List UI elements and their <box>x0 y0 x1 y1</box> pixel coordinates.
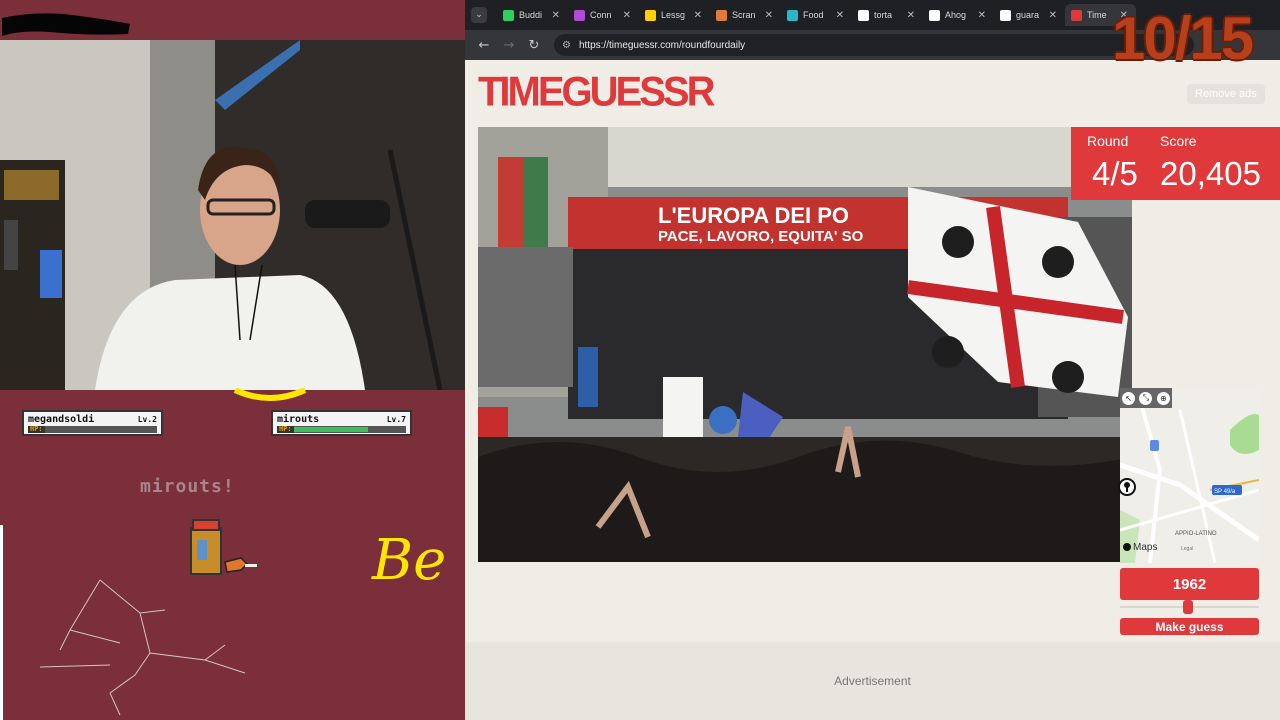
year-display: 1962 <box>1120 568 1259 600</box>
map-marker-icon[interactable] <box>1118 478 1136 496</box>
player-name: mirouts <box>277 414 320 425</box>
tab-favicon-icon <box>645 9 656 21</box>
round-value: 4/5 <box>1092 155 1138 192</box>
back-button[interactable]: ← <box>473 34 495 56</box>
guess-map[interactable]: SP 49/a APPIO-LATINO Maps Legal <box>1120 390 1259 563</box>
advertisement-bar: Advertisement <box>465 642 1280 720</box>
tab-label: Ahog <box>945 10 967 20</box>
map-road-label: SP 49/a <box>1214 489 1236 495</box>
rally-photo: L'EUROPA DEI PO PACE, LAVORO, EQUITA' SO <box>478 127 1132 562</box>
timeguessr-page: TIMEGUESSR Remove ads L'EUROPA DEI PO PA… <box>465 60 1280 720</box>
close-tab-icon[interactable]: ✕ <box>907 10 915 21</box>
tab-favicon-icon <box>1000 9 1011 21</box>
address-bar[interactable]: ⚙ https://timeguessr.com/roundfourdaily <box>554 34 1194 56</box>
player-hud-right: mirouts Lv.7 HP: <box>271 410 412 436</box>
tab-list: Buddi ✕ Conn ✕ Lessg ✕ Scran ✕ Food ✕ torta ✕ Ahog ✕ g… <box>497 4 1136 26</box>
close-tab-icon[interactable]: ✕ <box>765 10 773 21</box>
tab-favicon-icon <box>503 9 514 21</box>
advertisement-label: Advertisement <box>834 674 911 688</box>
browser-tab[interactable]: Scran ✕ <box>710 4 781 26</box>
browser-window: ⌄ Buddi ✕ Conn ✕ Lessg ✕ Scran ✕ Food ✕ torta ✕ Ahog… <box>465 0 1280 720</box>
browser-tab[interactable]: Lessg ✕ <box>639 4 710 26</box>
tab-label: guara <box>1016 10 1040 20</box>
remove-ads-button[interactable]: Remove ads <box>1187 84 1265 104</box>
browser-tab[interactable]: torta ✕ <box>852 4 923 26</box>
slider-thumb[interactable] <box>1183 600 1193 614</box>
round-label: Round <box>1087 133 1129 149</box>
make-guess-button[interactable]: Make guess <box>1120 618 1259 635</box>
stream-overlay: megandsoldi Lv.2 HP: mirouts Lv.7 HP: mi… <box>0 0 465 720</box>
black-scribble <box>2 13 130 36</box>
hp-bar: HP: <box>277 426 406 433</box>
year-slider[interactable] <box>1120 600 1259 614</box>
map-legal-link[interactable]: Legal <box>1181 546 1193 552</box>
resize-icon[interactable]: ⤡ <box>1139 391 1153 405</box>
browser-tab[interactable]: Food ✕ <box>781 4 852 26</box>
webcam-image <box>0 40 465 390</box>
tab-label: Time <box>1087 10 1107 20</box>
score-label: Score <box>1160 133 1197 149</box>
banner-line-2: PACE, LAVORO, EQUITA' SO <box>658 228 864 245</box>
tab-label: Conn <box>590 10 612 20</box>
close-tab-icon[interactable]: ✕ <box>978 10 986 21</box>
round-photo: L'EUROPA DEI PO PACE, LAVORO, EQUITA' SO <box>478 127 1132 562</box>
banner-line-1: L'EUROPA DEI PO <box>658 203 849 228</box>
map-controls: ↖ ⤡ ⊕ <box>1120 388 1172 408</box>
close-tab-icon[interactable]: ✕ <box>1049 10 1057 21</box>
tab-favicon-icon <box>787 9 798 21</box>
map-canvas[interactable]: SP 49/a APPIO-LATINO Maps Legal <box>1120 390 1259 563</box>
stream-round-counter: 10/15 <box>1112 5 1254 72</box>
tab-favicon-icon <box>716 9 727 21</box>
expand-icon[interactable]: ↖ <box>1122 391 1136 405</box>
tab-label: torta <box>874 10 893 20</box>
webcam-feed <box>0 40 465 390</box>
player-hud-left: megandsoldi Lv.2 HP: <box>22 410 163 436</box>
tab-label: Buddi <box>519 10 543 20</box>
score-value: 20,405 <box>1160 155 1261 192</box>
close-tab-icon[interactable]: ✕ <box>552 10 560 21</box>
yellow-arc <box>233 388 307 401</box>
round-score-panel: Round Score 4/5 20,405 <box>1071 127 1280 200</box>
player-name: megandsoldi <box>28 414 95 425</box>
hp-label: HP: <box>277 425 294 433</box>
tab-label: Scran <box>732 10 756 20</box>
timeguessr-logo[interactable]: TIMEGUESSR <box>478 69 715 116</box>
screen: megandsoldi Lv.2 HP: mirouts Lv.7 HP: mi… <box>0 0 1280 720</box>
player-level: Lv.7 <box>386 415 406 424</box>
browser-tab[interactable]: Buddi ✕ <box>497 4 568 26</box>
tab-favicon-icon <box>929 9 940 21</box>
map-brand: Maps <box>1133 542 1157 553</box>
tab-label: Lessg <box>661 10 686 20</box>
apple-logo-icon <box>1123 543 1131 551</box>
reload-button[interactable]: ↻ <box>523 34 545 56</box>
pin-icon[interactable]: ⊕ <box>1156 391 1170 405</box>
crack-drawing <box>0 525 246 720</box>
hp-bar: HP: <box>28 426 157 433</box>
forward-button[interactable]: → <box>498 34 520 56</box>
tab-favicon-icon <box>574 9 585 21</box>
tab-label: Food <box>803 10 824 20</box>
browser-tab[interactable]: Conn ✕ <box>568 4 639 26</box>
tab-favicon-icon <box>1071 9 1082 21</box>
hp-fill <box>293 427 368 432</box>
tab-favicon-icon <box>858 9 869 21</box>
map-area-label: APPIO-LATINO <box>1175 531 1217 537</box>
browser-tab[interactable]: guara ✕ <box>994 4 1065 26</box>
overlay-top-bar <box>0 0 465 40</box>
site-info-icon[interactable]: ⚙ <box>562 40 571 51</box>
hp-label: HP: <box>28 425 45 433</box>
player-level: Lv.2 <box>137 415 157 424</box>
browser-tab[interactable]: Ahog ✕ <box>923 4 994 26</box>
close-tab-icon[interactable]: ✕ <box>836 10 844 21</box>
url-text: https://timeguessr.com/roundfourdaily <box>578 39 746 51</box>
battle-text: mirouts! <box>140 476 235 497</box>
close-tab-icon[interactable]: ✕ <box>694 10 702 21</box>
tab-search-button[interactable]: ⌄ <box>471 7 487 23</box>
close-tab-icon[interactable]: ✕ <box>623 10 631 21</box>
